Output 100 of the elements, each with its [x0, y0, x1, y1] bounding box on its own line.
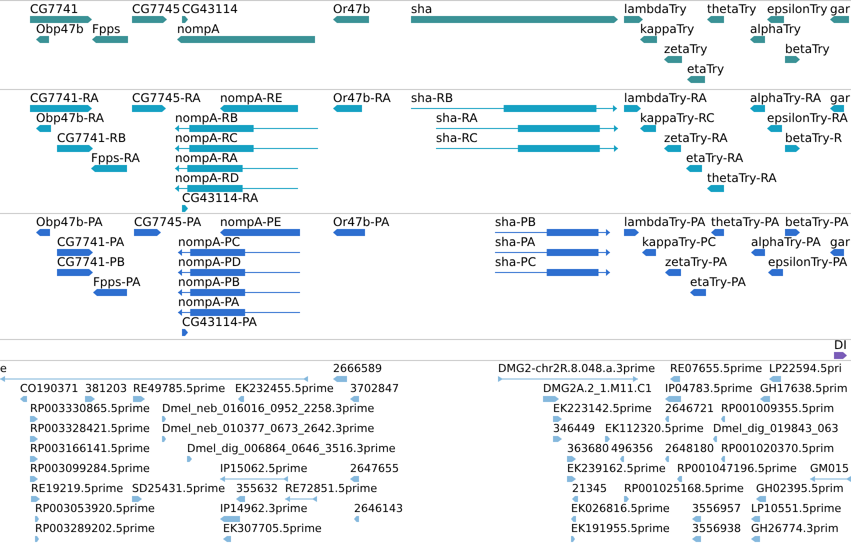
- feature-bar[interactable]: [677, 476, 682, 482]
- feature-bar[interactable]: [220, 476, 288, 482]
- feature-bar[interactable]: [411, 105, 617, 112]
- feature-bar[interactable]: [664, 145, 681, 152]
- feature-bar[interactable]: [624, 105, 641, 112]
- feature-bar[interactable]: [436, 125, 618, 132]
- feature-bar[interactable]: [713, 436, 717, 442]
- feature-bar[interactable]: [354, 516, 359, 522]
- feature-bar[interactable]: [810, 476, 851, 482]
- feature-bar[interactable]: [31, 496, 40, 502]
- feature-bar[interactable]: [767, 16, 784, 23]
- feature-bar[interactable]: [350, 396, 359, 402]
- feature-bar[interactable]: [238, 396, 244, 402]
- feature-bar[interactable]: [35, 536, 39, 542]
- feature-bar[interactable]: [93, 289, 127, 296]
- feature-bar[interactable]: [178, 249, 300, 256]
- feature-bar[interactable]: [220, 229, 300, 236]
- feature-bar[interactable]: [495, 249, 610, 256]
- feature-bar[interactable]: [721, 456, 725, 462]
- feature-bar[interactable]: [707, 185, 724, 192]
- feature-bar[interactable]: [785, 56, 800, 63]
- feature-bar[interactable]: [624, 496, 629, 502]
- feature-bar[interactable]: [692, 536, 701, 542]
- feature-bar[interactable]: [333, 229, 365, 236]
- feature-bar[interactable]: [20, 396, 27, 402]
- feature-bar[interactable]: [751, 249, 765, 256]
- feature-bar[interactable]: [567, 456, 576, 462]
- feature-bar[interactable]: [57, 145, 93, 152]
- feature-bar[interactable]: [769, 376, 781, 382]
- feature-bar[interactable]: [785, 145, 800, 152]
- feature-bar[interactable]: [91, 165, 127, 172]
- feature-bar[interactable]: [750, 105, 765, 112]
- feature-bar[interactable]: [571, 516, 576, 522]
- feature-bar[interactable]: [333, 105, 362, 112]
- feature-bar[interactable]: [834, 352, 847, 359]
- feature-bar[interactable]: [85, 396, 95, 402]
- feature-bar[interactable]: [175, 125, 318, 132]
- feature-bar[interactable]: [543, 396, 559, 402]
- feature-bar[interactable]: [436, 145, 618, 152]
- feature-bar[interactable]: [686, 165, 702, 172]
- feature-bar[interactable]: [132, 496, 142, 502]
- feature-bar[interactable]: [92, 36, 128, 43]
- feature-bar[interactable]: [333, 376, 347, 382]
- feature-bar[interactable]: [0, 376, 308, 382]
- feature-bar[interactable]: [670, 376, 680, 382]
- feature-bar[interactable]: [162, 416, 166, 422]
- feature-bar[interactable]: [553, 416, 562, 422]
- feature-bar[interactable]: [57, 269, 93, 276]
- feature-bar[interactable]: [553, 436, 562, 442]
- feature-bar[interactable]: [30, 436, 38, 442]
- feature-bar[interactable]: [830, 249, 844, 256]
- feature-bar[interactable]: [567, 476, 576, 482]
- feature-bar[interactable]: [624, 16, 643, 23]
- feature-bar[interactable]: [768, 269, 783, 276]
- feature-bar[interactable]: [57, 249, 93, 256]
- feature-bar[interactable]: [182, 329, 188, 336]
- feature-bar[interactable]: [640, 36, 657, 43]
- feature-bar[interactable]: [692, 516, 701, 522]
- feature-bar[interactable]: [571, 536, 575, 542]
- feature-bar[interactable]: [35, 516, 39, 522]
- feature-bar[interactable]: [333, 16, 369, 23]
- feature-bar[interactable]: [132, 105, 166, 112]
- feature-bar[interactable]: [785, 229, 800, 236]
- feature-bar[interactable]: [223, 536, 231, 542]
- feature-bar[interactable]: [30, 105, 92, 112]
- feature-bar[interactable]: [760, 396, 770, 402]
- feature-bar[interactable]: [132, 16, 167, 23]
- feature-bar[interactable]: [495, 229, 610, 236]
- feature-bar[interactable]: [178, 289, 300, 296]
- feature-bar[interactable]: [751, 536, 760, 542]
- feature-bar[interactable]: [178, 269, 300, 276]
- feature-bar[interactable]: [756, 496, 766, 502]
- feature-bar[interactable]: [236, 496, 245, 502]
- feature-bar[interactable]: [36, 125, 51, 132]
- feature-bar[interactable]: [751, 516, 760, 522]
- feature-bar[interactable]: [220, 516, 240, 522]
- feature-bar[interactable]: [665, 456, 669, 462]
- feature-bar[interactable]: [175, 165, 298, 172]
- feature-bar[interactable]: [498, 376, 638, 382]
- feature-bar[interactable]: [642, 249, 656, 256]
- feature-bar[interactable]: [133, 396, 145, 402]
- feature-bar[interactable]: [220, 105, 298, 112]
- feature-bar[interactable]: [707, 16, 724, 23]
- feature-bar[interactable]: [30, 456, 38, 462]
- feature-bar[interactable]: [830, 105, 844, 112]
- feature-bar[interactable]: [187, 456, 192, 462]
- feature-bar[interactable]: [175, 145, 318, 152]
- feature-bar[interactable]: [830, 16, 849, 23]
- feature-bar[interactable]: [665, 269, 681, 276]
- feature-bar[interactable]: [30, 476, 38, 482]
- feature-bar[interactable]: [690, 289, 706, 296]
- feature-bar[interactable]: [711, 229, 724, 236]
- feature-bar[interactable]: [687, 76, 705, 83]
- feature-bar[interactable]: [721, 416, 725, 422]
- feature-bar[interactable]: [175, 185, 298, 192]
- feature-bar[interactable]: [134, 229, 161, 236]
- feature-bar[interactable]: [182, 205, 188, 212]
- feature-bar[interactable]: [285, 496, 317, 502]
- feature-bar[interactable]: [605, 436, 610, 442]
- feature-bar[interactable]: [495, 269, 610, 276]
